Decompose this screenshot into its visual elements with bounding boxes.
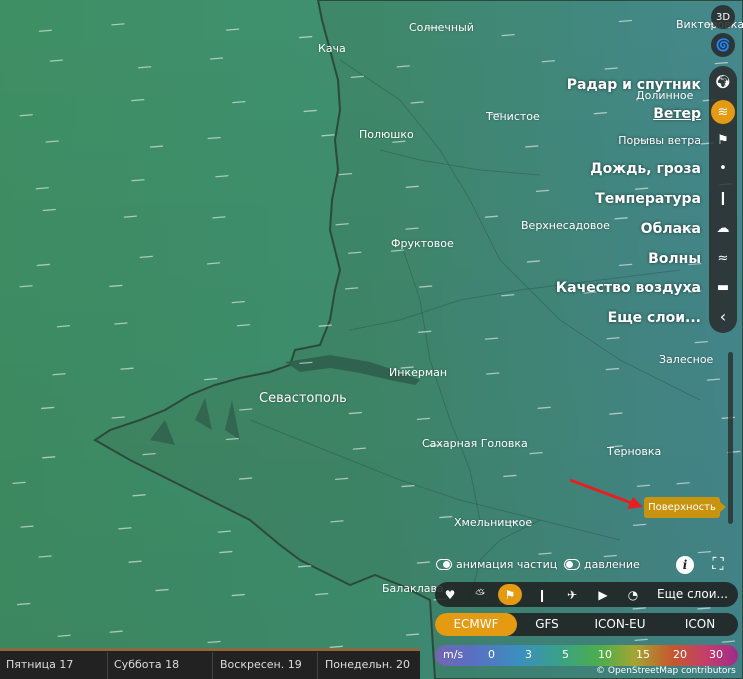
hurricane-icon: 🌀	[715, 38, 731, 52]
thermometer-icon[interactable]: ❙	[711, 186, 735, 210]
legend-value: 10	[598, 648, 612, 661]
fullscreen-icon[interactable]: ⛶	[708, 554, 728, 574]
layer-waves[interactable]: Волны	[648, 251, 701, 267]
city-label: Хмельницкое	[454, 516, 533, 529]
cloud-icon[interactable]: ☁	[711, 216, 735, 240]
car-icon[interactable]: ▬	[711, 275, 735, 299]
city-label: Солнечный	[409, 21, 474, 34]
layer-gusts[interactable]: Порывы ветра	[618, 134, 701, 147]
globe-icon[interactable]: 🌍︎	[711, 70, 735, 94]
layer-wind[interactable]: Ветер	[653, 106, 701, 122]
layer-radar[interactable]: Радар и спутник	[567, 77, 701, 93]
day-separator	[212, 652, 213, 679]
flag-icon[interactable]: ⚑	[711, 128, 735, 152]
webcam-icon[interactable]: ◔	[621, 584, 645, 605]
timeline-day[interactable]: Воскресен. 19	[220, 658, 302, 671]
city-label: Тенистое	[486, 110, 540, 123]
sun-cloud-icon[interactable]: ⛅︎	[468, 584, 492, 605]
city-label: Кача	[318, 42, 346, 55]
toggle-switch[interactable]	[564, 559, 580, 570]
particles-toggle-label: анимация частиц	[456, 558, 558, 571]
layer-more[interactable]: Еще слои...	[608, 310, 701, 326]
legend-value: 15	[636, 648, 650, 661]
model-icon-eu[interactable]: ICON-EU	[585, 613, 655, 636]
legend-value: 20	[673, 648, 687, 661]
timeline-day[interactable]: Суббота 18	[114, 658, 179, 671]
info-icon[interactable]: i	[676, 556, 694, 574]
city-label: Сахарная Головка	[422, 437, 528, 450]
flag-icon[interactable]: ⚑	[498, 584, 522, 605]
city-label: Верхнесадовое	[521, 219, 610, 232]
model-gfs[interactable]: GFS	[522, 613, 572, 636]
layer-temperature[interactable]: Температура	[595, 191, 701, 207]
timeline-progress	[0, 648, 420, 651]
city-label: Инкерман	[389, 366, 448, 379]
timeline-day[interactable]: Понедельн. 20	[325, 658, 410, 671]
raindrop-icon[interactable]: •	[711, 156, 735, 180]
thermometer-icon[interactable]: ❙	[530, 584, 554, 605]
layer-air-quality[interactable]: Качество воздуха	[556, 280, 701, 296]
waves-icon[interactable]: ≈	[711, 246, 735, 270]
wind-speed-legend[interactable]	[435, 645, 738, 666]
pressure-toggle-label: давление	[584, 558, 640, 571]
hurricane-button[interactable]: 🌀	[711, 33, 735, 57]
legend-value: 5	[562, 648, 569, 661]
layer-rain[interactable]: Дождь, гроза	[590, 161, 701, 177]
timeline-day[interactable]: Пятница 17	[6, 658, 73, 671]
altitude-label[interactable]: Поверхность	[644, 497, 726, 518]
map-attribution[interactable]: © OpenStreetMap contributors	[596, 666, 736, 676]
particles-toggle[interactable]: анимация частиц	[436, 558, 557, 571]
wind-icon[interactable]: ≋	[711, 100, 735, 124]
toggle-switch[interactable]	[436, 559, 452, 570]
legend-value: 0	[488, 648, 495, 661]
3d-button[interactable]: 3D	[711, 5, 735, 29]
layer-clouds[interactable]: Облака	[641, 221, 701, 237]
red-arrow-annotation	[569, 478, 643, 509]
chevron-left-icon[interactable]: ‹	[711, 304, 735, 328]
plane-icon[interactable]: ✈	[560, 584, 584, 605]
more-layers-button[interactable]: Еще слои...	[657, 587, 728, 601]
3d-label: 3D	[715, 11, 731, 23]
legend-value: 3	[525, 648, 532, 661]
pressure-toggle[interactable]: давление	[564, 558, 640, 571]
legend-unit: m/s	[443, 648, 464, 661]
city-label: Терновка	[607, 445, 662, 458]
heart-icon[interactable]: ♥	[438, 584, 462, 605]
city-label: Залесное	[659, 353, 714, 366]
day-separator	[107, 652, 108, 679]
city-label: Полюшко	[359, 128, 414, 141]
legend-value: 30	[709, 648, 723, 661]
altitude-slider[interactable]	[728, 352, 733, 524]
camera-icon[interactable]: ▶	[591, 584, 615, 605]
city-label: Фруктовое	[391, 237, 454, 250]
city-label: Севастополь	[259, 391, 347, 406]
day-separator	[317, 652, 318, 679]
model-icon[interactable]: ICON	[670, 613, 730, 636]
wind-map[interactable]	[0, 0, 743, 679]
model-ecmwf[interactable]: ECMWF	[435, 613, 517, 636]
